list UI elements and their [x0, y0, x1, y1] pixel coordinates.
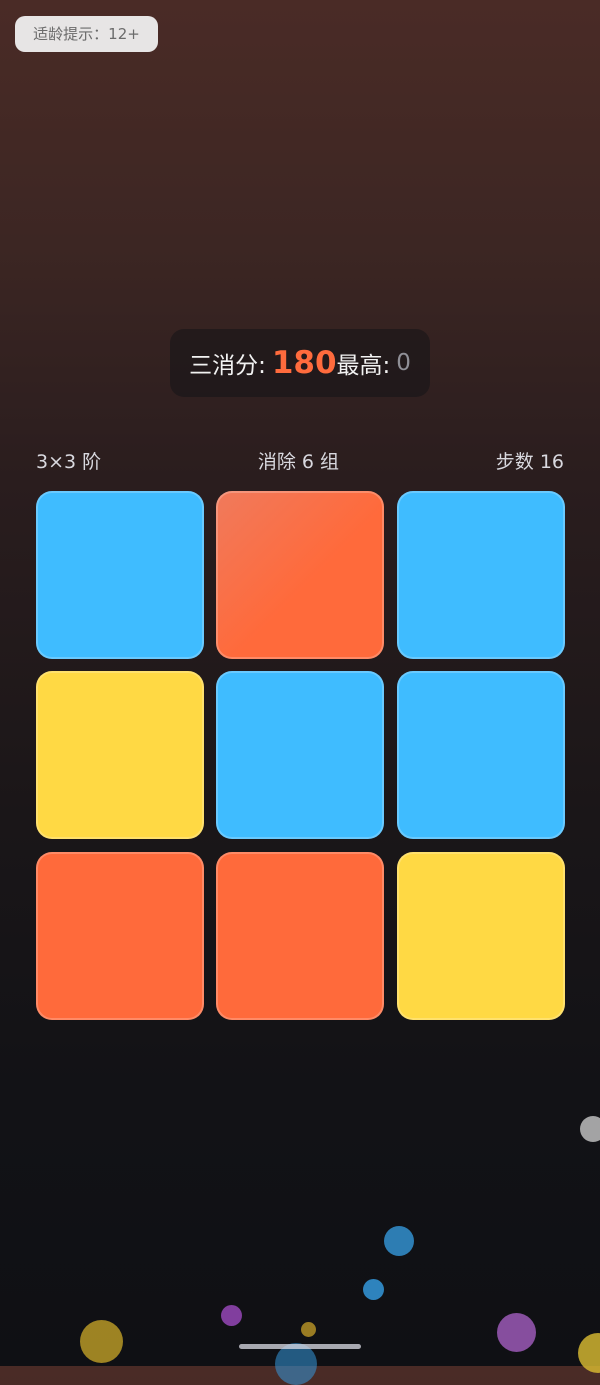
floating-orb	[275, 1343, 317, 1385]
home-indicator[interactable]	[239, 1344, 361, 1349]
tile-r3-c2[interactable]	[216, 852, 384, 1020]
tile-r1-c2[interactable]	[216, 491, 384, 659]
tile-r2-c1[interactable]	[36, 671, 204, 839]
score-panel: 三消分: 180 最高: 0	[170, 329, 430, 397]
tile-r2-c2[interactable]	[216, 671, 384, 839]
floating-orb	[580, 1116, 600, 1142]
floating-orb	[497, 1313, 536, 1352]
steps-label: 步数 16	[495, 450, 564, 473]
game-info-row: 3×3 阶 消除 6 组 步数 16	[36, 445, 564, 475]
game-board	[36, 491, 565, 1020]
floating-orb	[221, 1305, 242, 1326]
tile-r1-c3[interactable]	[397, 491, 565, 659]
tile-r1-c1[interactable]	[36, 491, 204, 659]
tile-r3-c1[interactable]	[36, 852, 204, 1020]
best-score-label: 最高:	[336, 353, 391, 379]
floating-orb	[80, 1320, 123, 1363]
tile-r2-c3[interactable]	[397, 671, 565, 839]
score-label: 三消分:	[189, 353, 266, 379]
floating-orb	[578, 1333, 600, 1373]
tile-r3-c3[interactable]	[397, 852, 565, 1020]
floating-orb	[384, 1226, 414, 1256]
floating-orb	[363, 1279, 384, 1300]
floating-orb	[301, 1322, 316, 1337]
age-rating-text: 适龄提示：12+	[33, 25, 140, 43]
cleared-groups-label: 消除 6 组	[257, 450, 340, 473]
best-score-value: 0	[396, 350, 411, 376]
score-value: 180	[271, 344, 337, 381]
age-rating-badge: 适龄提示：12+	[15, 16, 158, 52]
grid-size-label: 3×3 阶	[36, 450, 102, 473]
